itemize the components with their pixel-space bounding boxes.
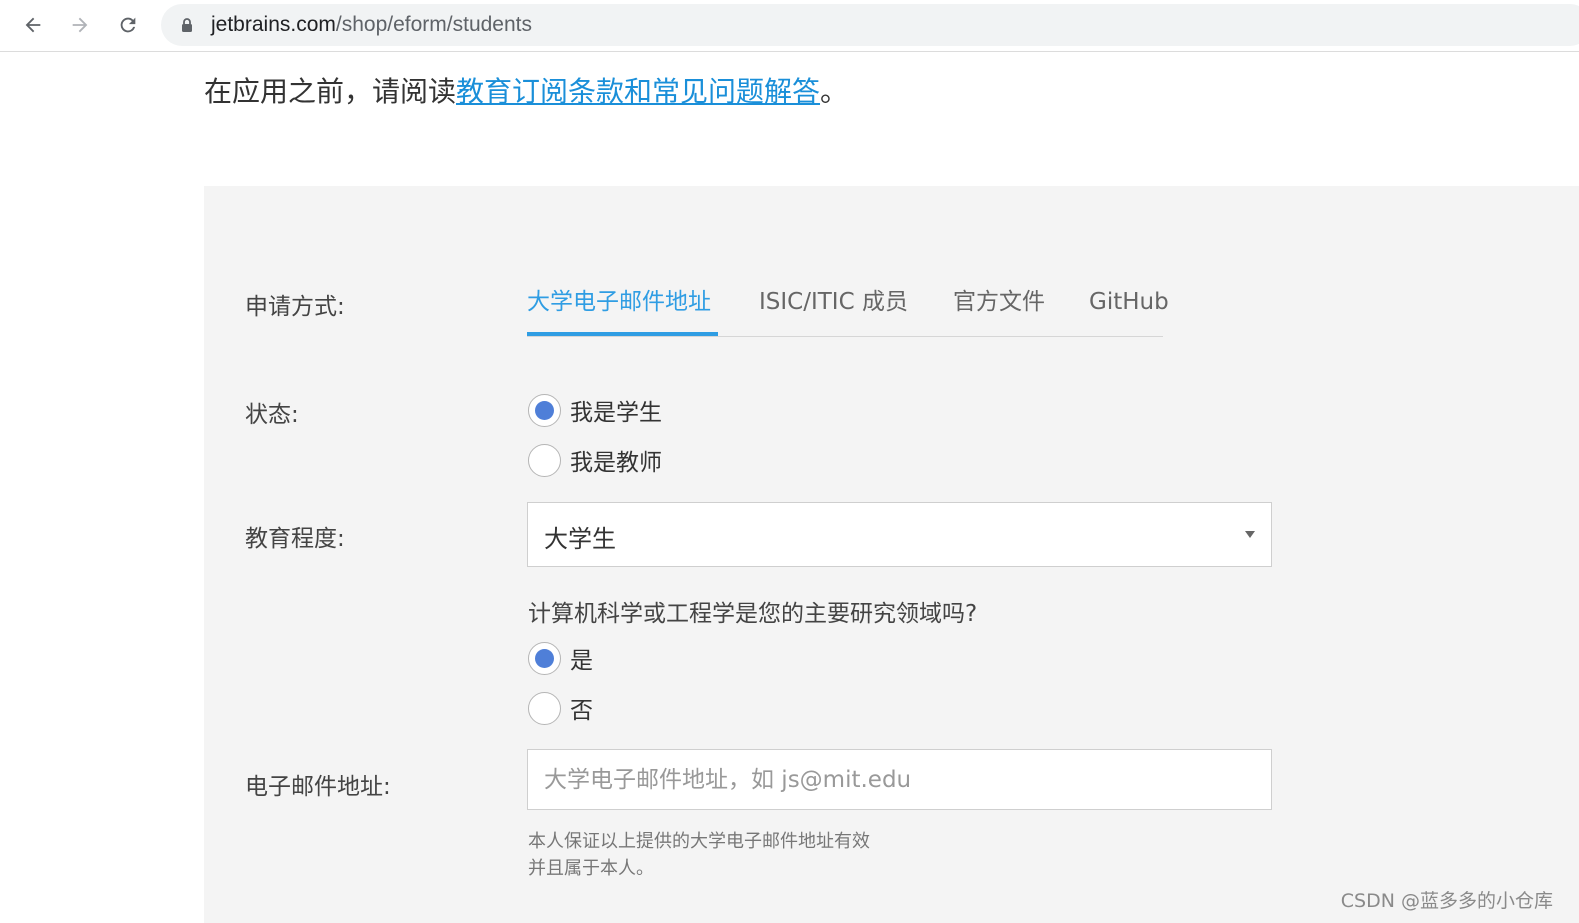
watermark: CSDN @蓝多多的小仓库 (1340, 890, 1553, 912)
status-label: 状态: (245, 402, 299, 428)
radio-button[interactable] (528, 691, 561, 725)
chevron-down-icon (1245, 531, 1255, 538)
radio-button-checked[interactable] (528, 641, 561, 675)
tab-official-document[interactable]: 官方文件 (953, 287, 1045, 317)
radio-button-checked[interactable] (528, 393, 561, 427)
intro-suffix: 。 (820, 75, 849, 108)
browser-toolbar: jetbrains.com/shop/eform/students (0, 0, 1579, 52)
radio-cs-no[interactable]: 否 (528, 691, 593, 725)
radio-student-label[interactable]: 我是学生 (570, 393, 662, 427)
radio-yes-label[interactable]: 是 (570, 641, 593, 675)
radio-no-label[interactable]: 否 (570, 691, 593, 725)
terms-link[interactable]: 教育订阅条款和常见问题解答 (456, 75, 820, 108)
email-label: 电子邮件地址: (245, 774, 391, 800)
cs-question: 计算机科学或工程学是您的主要研究领域吗? (528, 601, 978, 627)
radio-teacher[interactable]: 我是教师 (528, 443, 662, 477)
forward-arrow-icon[interactable] (64, 9, 96, 41)
address-bar[interactable]: jetbrains.com/shop/eform/students (161, 4, 1579, 46)
tab-university-email[interactable]: 大学电子邮件地址 (527, 287, 711, 317)
url-text: jetbrains.com/shop/eform/students (211, 13, 532, 37)
method-label: 申请方式: (245, 294, 345, 320)
method-tabs: 大学电子邮件地址 ISIC/ITIC 成员 官方文件 GitHub (527, 283, 1169, 337)
radio-cs-yes[interactable]: 是 (528, 641, 593, 675)
tab-isic-itic[interactable]: ISIC/ITIC 成员 (759, 287, 908, 317)
radio-dot (535, 648, 554, 668)
radio-button[interactable] (528, 443, 561, 477)
active-tab-indicator (527, 332, 718, 336)
education-select-value: 大学生 (544, 525, 616, 553)
email-note: 本人保证以上提供的大学电子邮件地址有效 并且属于本人。 (528, 828, 870, 882)
education-select[interactable]: 大学生 (527, 502, 1272, 567)
radio-dot (535, 400, 554, 420)
education-label: 教育程度: (245, 526, 345, 552)
url-host: jetbrains.com (211, 13, 336, 36)
radio-student[interactable]: 我是学生 (528, 393, 662, 427)
note-line-1: 本人保证以上提供的大学电子邮件地址有效 (528, 831, 870, 852)
email-field[interactable] (527, 749, 1272, 810)
reload-icon[interactable] (112, 9, 144, 41)
url-path: /shop/eform/students (335, 13, 532, 36)
radio-teacher-label[interactable]: 我是教师 (570, 443, 662, 477)
intro-prefix: 在应用之前，请阅读 (204, 75, 457, 108)
tab-github[interactable]: GitHub (1089, 287, 1169, 317)
intro-text: 在应用之前，请阅读教育订阅条款和常见问题解答。 (204, 72, 848, 112)
back-arrow-icon[interactable] (17, 9, 49, 41)
lock-icon (182, 18, 192, 32)
note-line-2: 并且属于本人。 (528, 858, 654, 879)
